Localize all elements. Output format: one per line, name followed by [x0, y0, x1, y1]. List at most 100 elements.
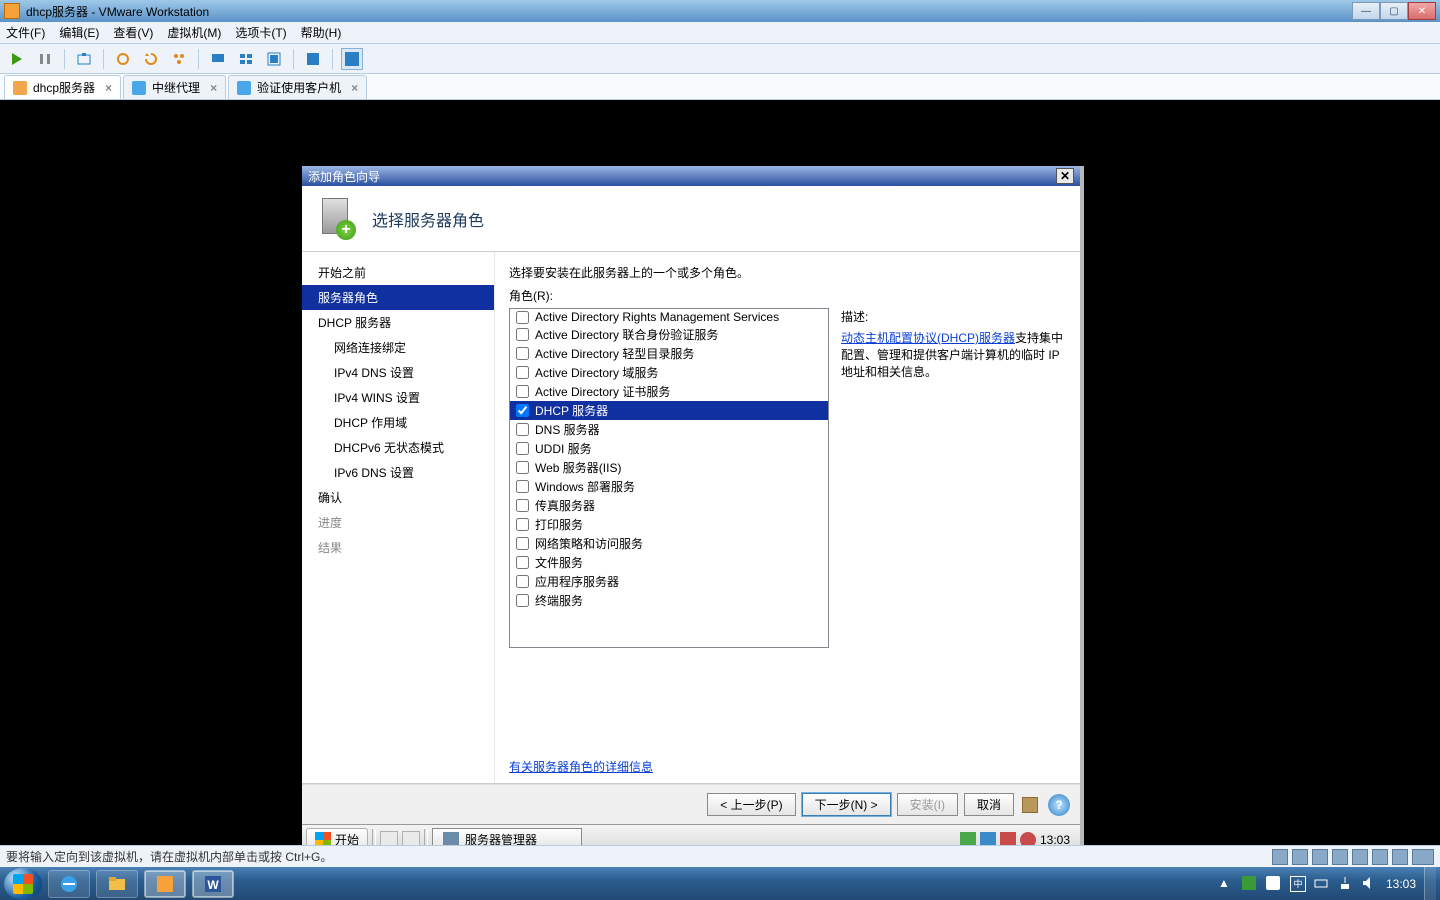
role-checkbox[interactable] — [516, 328, 529, 341]
role-checkbox[interactable] — [516, 385, 529, 398]
role-checkbox[interactable] — [516, 423, 529, 436]
role-checkbox[interactable] — [516, 537, 529, 550]
status-network-icon[interactable] — [1332, 849, 1348, 865]
role-checkbox[interactable] — [516, 575, 529, 588]
wizard-nav-item-4[interactable]: IPv4 DNS 设置 — [302, 360, 494, 385]
role-item-4[interactable]: Active Directory 证书服务 — [510, 382, 828, 401]
vm-tab-2[interactable]: 验证使用客户机× — [228, 75, 367, 99]
menu-tabs[interactable]: 选项卡(T) — [235, 24, 286, 41]
help-icon[interactable]: ? — [1048, 794, 1070, 816]
unity-icon[interactable] — [263, 48, 285, 70]
more-info-link[interactable]: 有关服务器角色的详细信息 — [509, 760, 653, 774]
taskbar-ie-icon[interactable] — [48, 870, 90, 898]
role-checkbox[interactable] — [516, 347, 529, 360]
tray-safeeject-icon[interactable] — [1242, 876, 1258, 892]
show-console-icon[interactable] — [207, 48, 229, 70]
role-checkbox[interactable] — [516, 404, 529, 417]
snapshot-manager-icon[interactable] — [168, 48, 190, 70]
status-disk-icon[interactable] — [1272, 849, 1288, 865]
guest-vm-display[interactable]: 添加角色向导 ✕ + 选择服务器角色 开始之前服务器角色DHCP 服务器网络连接… — [0, 100, 1440, 847]
role-checkbox[interactable] — [516, 594, 529, 607]
status-sound-icon[interactable] — [1372, 849, 1388, 865]
show-desktop-button[interactable] — [1424, 867, 1436, 900]
wizard-nav-item-10[interactable]: 进度 — [302, 510, 494, 535]
role-checkbox[interactable] — [516, 442, 529, 455]
role-checkbox[interactable] — [516, 499, 529, 512]
role-checkbox[interactable] — [516, 480, 529, 493]
wizard-close-button[interactable]: ✕ — [1056, 168, 1074, 184]
fullscreen-icon[interactable] — [341, 48, 363, 70]
tab-close-icon[interactable]: × — [351, 81, 358, 95]
host-start-button[interactable] — [4, 868, 42, 900]
role-checkbox[interactable] — [516, 311, 529, 324]
thumbnail-icon[interactable] — [235, 48, 257, 70]
vm-tab-0[interactable]: dhcp服务器× — [4, 75, 121, 99]
role-item-7[interactable]: UDDI 服务 — [510, 439, 828, 458]
tab-close-icon[interactable]: × — [210, 81, 217, 95]
snapshot-icon[interactable] — [73, 48, 95, 70]
role-checkbox[interactable] — [516, 518, 529, 531]
wizard-nav-item-11[interactable]: 结果 — [302, 535, 494, 560]
menu-edit[interactable]: 编辑(E) — [59, 24, 99, 41]
wizard-nav-item-2[interactable]: DHCP 服务器 — [302, 310, 494, 335]
power-on-icon[interactable] — [6, 48, 28, 70]
role-item-0[interactable]: Active Directory Rights Management Servi… — [510, 309, 828, 325]
taskbar-vmware-icon[interactable] — [144, 870, 186, 898]
tray-input-icon[interactable]: 中 — [1290, 876, 1306, 892]
host-clock[interactable]: 13:03 — [1386, 877, 1416, 891]
role-item-3[interactable]: Active Directory 域服务 — [510, 363, 828, 382]
wizard-nav-item-5[interactable]: IPv4 WINS 设置 — [302, 385, 494, 410]
wizard-titlebar[interactable]: 添加角色向导 ✕ — [302, 166, 1080, 186]
wizard-nav-item-9[interactable]: 确认 — [302, 485, 494, 510]
status-usb-icon[interactable] — [1352, 849, 1368, 865]
role-item-1[interactable]: Active Directory 联合身份验证服务 — [510, 325, 828, 344]
wizard-prev-button[interactable]: < 上一步(P) — [707, 793, 795, 816]
tray-network-host-icon[interactable] — [1338, 876, 1354, 892]
status-message-icon[interactable] — [1412, 849, 1434, 865]
role-checkbox[interactable] — [516, 366, 529, 379]
role-checkbox[interactable] — [516, 556, 529, 569]
wizard-nav-item-0[interactable]: 开始之前 — [302, 260, 494, 285]
tab-close-icon[interactable]: × — [105, 81, 112, 95]
snapshot-revert-icon[interactable] — [140, 48, 162, 70]
menu-file[interactable]: 文件(F) — [6, 24, 45, 41]
role-item-6[interactable]: DNS 服务器 — [510, 420, 828, 439]
wizard-nav-item-7[interactable]: DHCPv6 无状态模式 — [302, 435, 494, 460]
wizard-nav-item-3[interactable]: 网络连接绑定 — [302, 335, 494, 360]
status-floppy-icon[interactable] — [1312, 849, 1328, 865]
close-button[interactable]: ✕ — [1408, 2, 1436, 20]
wizard-nav-item-6[interactable]: DHCP 作用域 — [302, 410, 494, 435]
suspend-icon[interactable] — [34, 48, 56, 70]
role-item-8[interactable]: Web 服务器(IIS) — [510, 458, 828, 477]
status-printer-icon[interactable] — [1392, 849, 1408, 865]
role-item-14[interactable]: 应用程序服务器 — [510, 572, 828, 591]
tray-keyboard-icon[interactable] — [1314, 876, 1330, 892]
role-item-9[interactable]: Windows 部署服务 — [510, 477, 828, 496]
role-item-2[interactable]: Active Directory 轻型目录服务 — [510, 344, 828, 363]
role-item-11[interactable]: 打印服务 — [510, 515, 828, 534]
role-item-12[interactable]: 网络策略和访问服务 — [510, 534, 828, 553]
role-item-5[interactable]: DHCP 服务器 — [510, 401, 828, 420]
description-link[interactable]: 动态主机配置协议(DHCP)服务器 — [841, 331, 1015, 345]
maximize-button[interactable]: ▢ — [1380, 2, 1408, 20]
role-item-13[interactable]: 文件服务 — [510, 553, 828, 572]
menu-view[interactable]: 查看(V) — [113, 24, 153, 41]
taskbar-explorer-icon[interactable] — [96, 870, 138, 898]
tray-volume-host-icon[interactable] — [1362, 876, 1378, 892]
vm-tab-1[interactable]: 中继代理× — [123, 75, 226, 99]
wizard-nav-item-8[interactable]: IPv6 DNS 设置 — [302, 460, 494, 485]
fullscreen-single-icon[interactable] — [302, 48, 324, 70]
menu-help[interactable]: 帮助(H) — [301, 24, 342, 41]
wizard-next-button[interactable]: 下一步(N) > — [802, 793, 891, 816]
roles-listbox[interactable]: Active Directory Rights Management Servi… — [509, 308, 829, 648]
status-cd-icon[interactable] — [1292, 849, 1308, 865]
role-checkbox[interactable] — [516, 461, 529, 474]
wizard-nav-item-1[interactable]: 服务器角色 — [302, 285, 494, 310]
snapshot-take-icon[interactable] — [112, 48, 134, 70]
taskbar-word-icon[interactable]: W — [192, 870, 234, 898]
role-item-10[interactable]: 传真服务器 — [510, 496, 828, 515]
wizard-cancel-button[interactable]: 取消 — [964, 793, 1014, 816]
role-item-15[interactable]: 终端服务 — [510, 591, 828, 610]
tray-up-icon[interactable]: ▲ — [1218, 876, 1234, 892]
minimize-button[interactable]: — — [1352, 2, 1380, 20]
